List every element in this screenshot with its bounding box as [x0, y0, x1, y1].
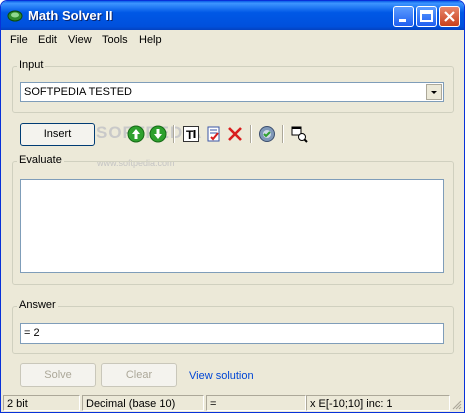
solve-button[interactable]: Solve	[20, 363, 96, 387]
svg-text:T: T	[186, 128, 194, 142]
move-down-icon[interactable]	[149, 125, 167, 143]
menu-bar: File Edit View Tools Help	[1, 30, 464, 50]
menu-tools[interactable]: Tools	[102, 34, 128, 46]
evaluate-icon[interactable]	[258, 125, 276, 143]
text-format-icon[interactable]: T	[182, 125, 200, 143]
zoom-window-icon[interactable]	[290, 125, 308, 143]
insert-button[interactable]: Insert	[20, 123, 95, 146]
app-window: Math Solver II File Edit View Tools Help…	[0, 0, 465, 413]
delete-icon[interactable]	[226, 125, 244, 143]
toolbar-separator	[282, 125, 284, 143]
clear-button[interactable]: Clear	[101, 363, 177, 387]
edit-check-icon[interactable]	[205, 125, 223, 143]
app-logo-icon	[7, 8, 23, 22]
menu-file[interactable]: File	[10, 34, 28, 46]
status-number-base: Decimal (base 10)	[82, 395, 204, 411]
input-combobox[interactable]: SOFTPEDIA TESTED	[20, 82, 444, 102]
evaluate-textarea[interactable]	[20, 179, 444, 273]
input-group-label: Input	[17, 59, 46, 71]
status-range: x E[-10;10] inc: 1	[306, 395, 450, 411]
close-button[interactable]	[439, 6, 460, 27]
dropdown-arrow-icon[interactable]	[426, 84, 442, 100]
resize-grip-icon[interactable]	[450, 398, 462, 410]
minimize-button[interactable]	[393, 6, 414, 27]
move-up-icon[interactable]	[127, 125, 145, 143]
status-bits: 2 bit	[3, 395, 80, 411]
answer-group-label: Answer	[17, 299, 58, 311]
status-operator: =	[206, 395, 306, 411]
input-value: SOFTPEDIA TESTED	[24, 86, 132, 98]
title-bar[interactable]: Math Solver II	[1, 1, 464, 30]
maximize-button[interactable]	[416, 6, 437, 27]
status-bar: 2 bit Decimal (base 10) = x E[-10;10] in…	[1, 394, 464, 412]
menu-edit[interactable]: Edit	[38, 34, 57, 46]
answer-value: = 2	[24, 327, 40, 339]
menu-help[interactable]: Help	[139, 34, 162, 46]
menu-view[interactable]: View	[68, 34, 92, 46]
window-title: Math Solver II	[28, 8, 113, 23]
answer-field[interactable]: = 2	[20, 323, 444, 344]
toolbar-separator	[173, 125, 175, 143]
toolbar-separator	[250, 125, 252, 143]
view-solution-link[interactable]: View solution	[189, 370, 254, 382]
evaluate-group-label: Evaluate	[17, 154, 64, 166]
